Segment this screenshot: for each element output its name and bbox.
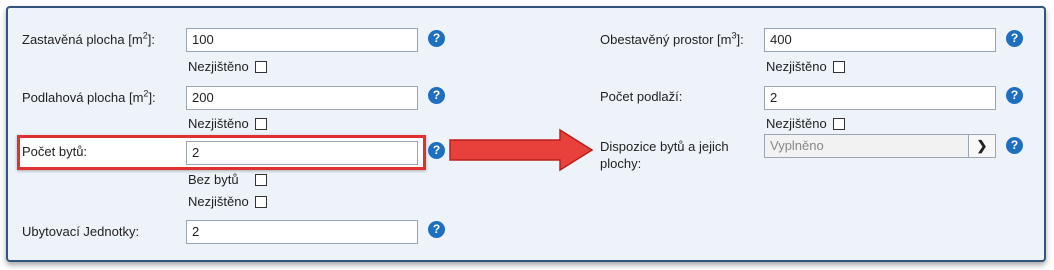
nezjisteno-checkbox[interactable] [832,117,845,130]
dispozice-value: Vyplněno [770,138,824,153]
obestaveny-nezjisteno-row: Nezjištěno [766,59,845,74]
nezjisteno-label: Nezjištěno [188,194,249,209]
nezjisteno-checkbox[interactable] [254,117,267,130]
nezjisteno-label: Nezjištěno [766,59,827,74]
ubytovaci-jednotky-input[interactable]: 2 [186,220,418,244]
pocet-podlazi-input[interactable]: 2 [764,86,996,110]
question-circle-icon[interactable]: ? [428,30,445,47]
dispozice-field: Vyplněno ❯ [764,134,996,158]
obestaveny-prostor-input[interactable]: 400 [764,28,996,52]
zastavena-nezjisteno-row: Nezjištěno [188,59,267,74]
pocet-podlazi-nezjisteno-row: Nezjištěno [766,116,845,131]
podlahova-plocha-label: Podlahová plocha [m2]: [22,88,156,105]
chevron-right-icon[interactable]: ❯ [968,135,995,157]
question-circle-icon[interactable]: ? [428,142,445,159]
pocet-bytu-input[interactable]: 2 [186,141,418,165]
bez-bytu-row: Bez bytů [188,172,267,187]
bez-bytu-checkbox[interactable] [254,173,267,186]
question-circle-icon[interactable]: ? [1006,30,1023,47]
podlahova-nezjisteno-row: Nezjištěno [188,116,267,131]
podlahova-plocha-input[interactable]: 200 [186,86,418,110]
question-circle-icon[interactable]: ? [428,87,445,104]
dispozice-label: Dispozice bytů a jejich plochy: [600,139,729,171]
zastavena-plocha-input[interactable]: 100 [186,28,418,52]
nezjisteno-checkbox[interactable] [254,60,267,73]
question-circle-icon[interactable]: ? [1006,87,1023,104]
pocet-podlazi-label: Počet podlaží: [600,89,683,104]
bez-bytu-label: Bez bytů [188,172,239,187]
nezjisteno-label: Nezjištěno [188,59,249,74]
pocet-bytu-nezjisteno-row: Nezjištěno [188,194,267,209]
nezjisteno-checkbox[interactable] [832,60,845,73]
nezjisteno-label: Nezjištěno [188,116,249,131]
question-circle-icon[interactable]: ? [1006,137,1023,154]
nezjisteno-checkbox[interactable] [254,195,267,208]
zastavena-plocha-label: Zastavěná plocha [m2]: [22,30,155,47]
obestaveny-prostor-label: Obestavěný prostor [m3]: [600,30,744,47]
question-circle-icon[interactable]: ? [428,221,445,238]
red-arrow-right-icon [449,128,594,172]
nezjisteno-label: Nezjištěno [766,116,827,131]
ubytovaci-jednotky-label: Ubytovací Jednotky: [22,224,140,239]
pocet-bytu-label: Počet bytů: [22,144,88,159]
